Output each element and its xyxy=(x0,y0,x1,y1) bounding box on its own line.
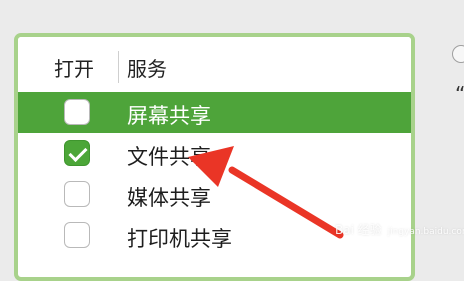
watermark-text: Bai 经验 xyxy=(335,223,382,237)
printer-sharing-checkbox[interactable] xyxy=(64,222,90,248)
service-row-file-sharing[interactable]: 文件共享 xyxy=(18,133,411,174)
file-sharing-checkbox[interactable] xyxy=(64,140,90,166)
right-quote-mark: “ xyxy=(455,82,464,106)
service-label-printer-sharing: 打印机共享 xyxy=(127,227,232,251)
media-sharing-checkbox[interactable] xyxy=(64,181,90,207)
services-panel: 打开 服务 屏幕共享 文件共享 媒体共享 打印机共享 xyxy=(14,33,415,281)
services-header: 打开 服务 xyxy=(18,37,411,92)
service-label-file-sharing: 文件共享 xyxy=(127,145,211,169)
service-label-screen-sharing: 屏幕共享 xyxy=(127,104,211,128)
screen-sharing-checkbox[interactable] xyxy=(64,99,90,125)
service-label-media-sharing: 媒体共享 xyxy=(127,186,211,210)
watermark: Bai 经验 jingyan.baidu.com xyxy=(335,221,464,238)
header-open-label: 打开 xyxy=(54,57,94,81)
service-row-screen-sharing[interactable]: 屏幕共享 xyxy=(18,92,411,133)
watermark-subtext: jingyan.baidu.com xyxy=(387,227,464,237)
header-service-label: 服务 xyxy=(127,57,167,81)
right-radio-button[interactable] xyxy=(452,45,464,63)
header-divider xyxy=(118,51,119,83)
service-row-media-sharing[interactable]: 媒体共享 xyxy=(18,174,411,215)
